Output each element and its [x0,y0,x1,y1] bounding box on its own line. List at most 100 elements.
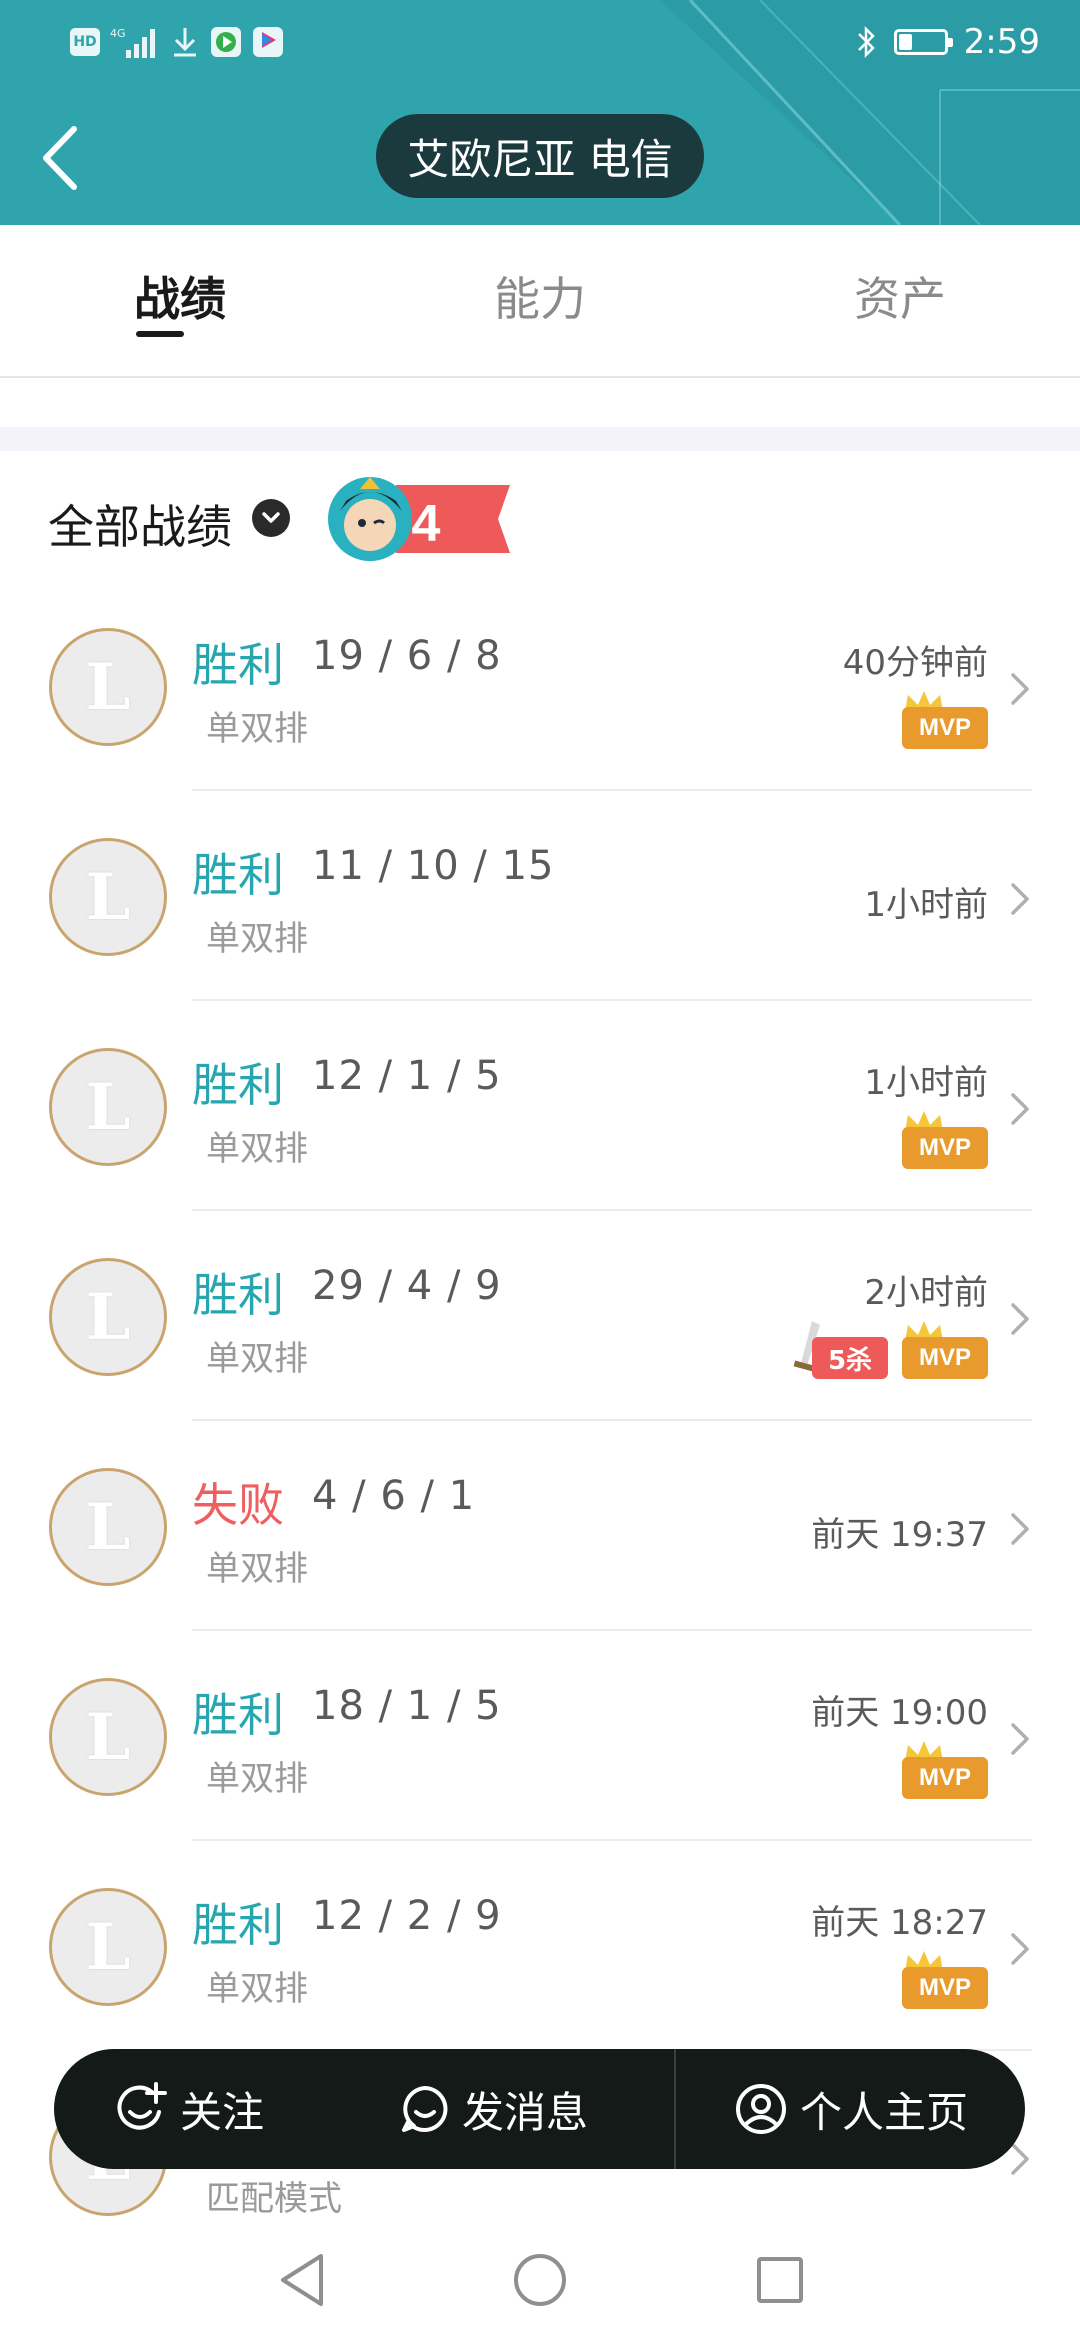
filter-row: 全部战绩 4 [0,451,1080,581]
match-time: 前天 19:00 [811,1693,988,1733]
tab-ability[interactable]: 能力 [440,263,640,329]
match-mode: 单双排 [206,1129,308,1169]
action-bar: 关注 发消息 个人主页 [54,2049,1025,2169]
chevron-right-icon [1011,673,1029,705]
match-kda: 12 / 2 / 9 [312,1893,502,1939]
match-mode: 单双排 [206,1969,308,2009]
match-badges: MVP [902,1739,988,1799]
signal-icon: 4G [110,27,155,58]
triangle-back-icon [281,2254,323,2306]
mvp-badge: MVP [902,1949,988,2009]
match-list: L 胜利 19 / 6 / 8 单双排 40分钟前 MVP L 胜利 11 / 10 / 15 单… [0,581,1080,2261]
match-time: 2小时前 [864,1273,988,1313]
match-result: 胜利 [192,1268,284,1322]
profile-button[interactable]: 个人主页 [734,2049,968,2169]
nav-home-button[interactable] [510,2250,570,2310]
match-kda: 4 / 6 / 1 [312,1473,476,1519]
follow-button[interactable]: 关注 [114,2049,264,2169]
back-arrow-icon [43,126,77,190]
match-time: 1小时前 [864,885,988,925]
chevron-right-icon [1011,1723,1029,1755]
match-result: 胜利 [192,1898,284,1952]
match-mode: 单双排 [206,1759,308,1799]
mvp-label: MVP [902,1757,988,1799]
match-badges: MVP [902,1949,988,2009]
status-icons-left: HD 4G [70,26,284,58]
svg-text:4: 4 [412,495,441,553]
win-streak-badge: 4 [326,471,516,567]
status-icons-right: 2:59 [856,22,1040,62]
match-mode: 匹配模式 [206,2179,342,2219]
match-badges: MVP [902,689,988,749]
match-result: 胜利 [192,1688,284,1742]
page-title: 艾欧尼亚 电信 [376,114,704,198]
square-recents-icon [757,2257,803,2303]
match-history-screen: HD 4G 2:59 艾欧尼亚 电信 战绩 能力 资产 全部战绩 4 L 胜利 … [0,0,1080,2340]
match-time: 1小时前 [864,1063,988,1103]
mvp-badge: MVP [902,1109,988,1169]
match-kda: 19 / 6 / 8 [312,633,502,679]
match-kda: 29 / 4 / 9 [312,1263,502,1309]
action-divider [674,2049,676,2169]
match-row[interactable]: L 胜利 12 / 2 / 9 单双排 前天 18:27 MVP [0,1841,1080,2051]
match-row[interactable]: L 失败 4 / 6 / 1 单双排 前天 19:37 [0,1421,1080,1631]
chevron-right-icon [1011,1933,1029,1965]
match-result: 胜利 [192,638,284,692]
back-button[interactable] [30,118,90,198]
filter-label[interactable]: 全部战绩 [48,491,232,557]
champion-avatar: L [49,1468,167,1586]
avatar-placeholder-icon: L [85,649,131,725]
match-badges: MVP [902,1109,988,1169]
match-mode: 单双排 [206,1339,308,1379]
match-kda: 12 / 1 / 5 [312,1053,502,1099]
mvp-badge: MVP [902,689,988,749]
nav-recents-button[interactable] [750,2250,810,2310]
mvp-label: MVP [902,707,988,749]
clock: 2:59 [963,22,1040,62]
section-divider [0,427,1080,451]
tab-record[interactable]: 战绩 [80,263,280,329]
avatar-placeholder-icon: L [85,1279,131,1355]
match-row[interactable]: L 胜利 18 / 1 / 5 单双排 前天 19:00 MVP [0,1631,1080,1841]
champion-avatar: L [49,1888,167,2006]
message-button[interactable]: 发消息 [400,2049,588,2169]
message-label: 发消息 [462,2087,589,2137]
video-app-icon [211,27,241,57]
avatar-placeholder-icon: L [85,1489,131,1565]
mvp-label: MVP [902,1127,988,1169]
match-row[interactable]: L 胜利 19 / 6 / 8 单双排 40分钟前 MVP [0,581,1080,791]
avatar-placeholder-icon: L [85,859,131,935]
chevron-right-icon [1011,1093,1029,1125]
hd-icon: HD [70,28,100,56]
avatar-placeholder-icon: L [85,1069,131,1145]
match-result: 失败 [192,1478,284,1532]
pentakill-badge: 5杀 [792,1319,888,1379]
chevron-right-icon [1011,883,1029,915]
tab-bar: 战绩 能力 资产 [0,225,1080,378]
match-badges: 5杀 MVP [792,1319,988,1379]
chevron-right-icon [1011,1513,1029,1545]
champion-avatar: L [49,1678,167,1796]
bluetooth-icon [857,25,875,59]
champion-avatar: L [49,628,167,746]
filter-dropdown-button[interactable] [252,499,290,537]
match-time: 40分钟前 [842,643,988,683]
match-row[interactable]: L 胜利 29 / 4 / 9 单双排 2小时前 5杀 MVP [0,1211,1080,1421]
tab-assets[interactable]: 资产 [800,263,1000,329]
follow-label: 关注 [180,2087,265,2137]
add-friend-icon [117,2082,167,2130]
mvp-label: MVP [902,1337,988,1379]
mvp-badge: MVP [902,1739,988,1799]
win-streak-graphic: 4 [328,477,510,561]
mvp-label: MVP [902,1967,988,2009]
chevron-right-icon [1011,1303,1029,1335]
download-icon [174,28,196,57]
message-icon [402,2086,448,2132]
battery-icon [893,29,953,55]
champion-avatar: L [49,1258,167,1376]
match-row[interactable]: L 胜利 11 / 10 / 15 单双排 1小时前 [0,791,1080,1001]
nav-back-button[interactable] [272,2250,332,2310]
match-time: 前天 19:37 [811,1515,988,1555]
match-result: 胜利 [192,1058,284,1112]
match-row[interactable]: L 胜利 12 / 1 / 5 单双排 1小时前 MVP [0,1001,1080,1211]
